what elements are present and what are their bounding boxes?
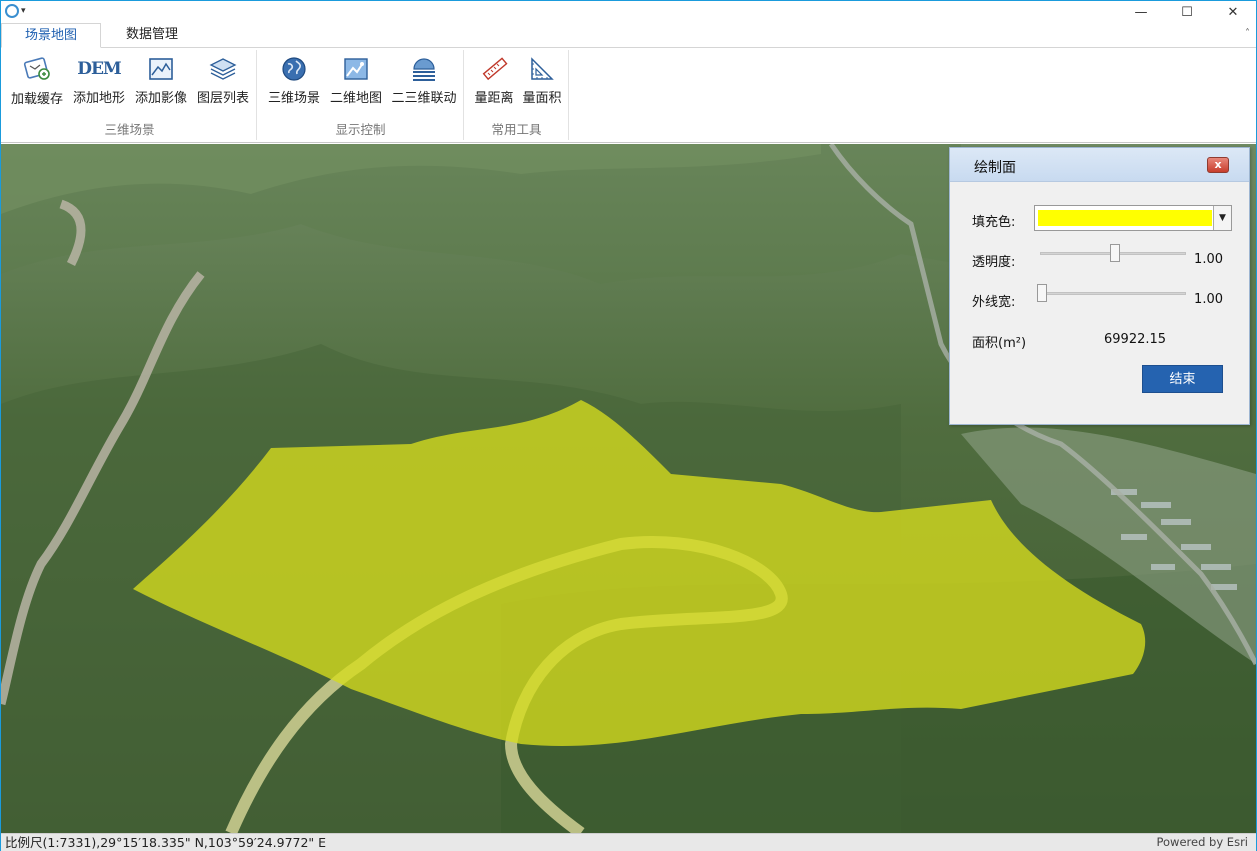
group-label-display-control: 显示控制 [335,122,386,137]
outline-width-label: 外线宽: [972,295,1016,310]
window-controls: — ☐ ✕ [1118,1,1256,23]
dem-icon-text: DEM [77,58,122,79]
tab-data-management[interactable]: 数据管理 [109,23,195,48]
fill-color-swatch [1038,210,1212,226]
measure-distance-button[interactable]: 量距离 [471,54,517,106]
tab-scene-map[interactable]: 场景地图 [1,23,101,48]
measure-distance-label: 量距离 [474,91,514,106]
finish-button[interactable]: 结束 [1142,365,1223,393]
close-button[interactable]: ✕ [1210,1,1256,23]
collapse-ribbon-icon[interactable]: ˄ [1245,28,1250,39]
app-icon [5,4,19,18]
ribbon-group-common-tools: 量距离 量面积 常用工具 [465,50,569,140]
ribbon-group-display-control: 三维场景 二维地图 二三维联动 显示控制 [258,50,464,140]
dialog-title: 绘制面 [974,160,1016,176]
title-bar: ▾ — ☐ ✕ [1,1,1256,23]
group-label-3d-scene: 三维场景 [104,122,155,137]
ribbon-group-3d-scene: 加载缓存 DEM 添加地形 添加影像 图层列表 三维场景 [3,50,257,140]
maximize-button[interactable]: ☐ [1164,1,1210,23]
image-icon [146,54,176,83]
dropdown-arrow-icon[interactable]: ▼ [1213,206,1231,230]
area-label: 面积(m²) [972,336,1027,351]
layer-list-label: 图层列表 [196,91,249,106]
minimize-button[interactable]: — [1118,1,1164,23]
application-window: ▾ — ☐ ✕ 场景地图 数据管理 ˄ 加载缓存 DEM 添加地形 添加影像 图… [0,0,1257,851]
globe-icon [279,54,309,83]
layers-icon [208,54,238,83]
opacity-value: 1.00 [1194,252,1223,267]
outline-width-slider-thumb[interactable] [1037,284,1047,302]
outline-width-slider[interactable] [1037,284,1186,302]
layer-list-button[interactable]: 图层列表 [193,54,253,106]
fill-color-label: 填充色: [972,215,1016,230]
add-image-label: 添加影像 [134,91,187,106]
2d-3d-link-label: 二三维联动 [391,91,457,106]
2d-map-label: 二维地图 [329,91,382,106]
scale-coordinates-readout: 比例尺(1:7331),29°15′18.335" N,103°59′24.97… [5,835,327,850]
3d-scene-button[interactable]: 三维场景 [264,54,324,106]
dem-icon: DEM [77,54,122,83]
group-label-common-tools: 常用工具 [491,122,542,137]
add-image-button[interactable]: 添加影像 [131,54,191,106]
add-terrain-label: 添加地形 [72,91,125,106]
opacity-label: 透明度: [972,255,1016,270]
esri-attribution: Powered by Esri [1156,835,1249,849]
fill-color-dropdown[interactable]: ▼ [1034,205,1232,231]
ribbon: 加载缓存 DEM 添加地形 添加影像 图层列表 三维场景 三维场景 二维地图 二… [1,48,1256,143]
load-cache-icon [22,54,52,84]
3d-scene-label: 三维场景 [267,91,320,106]
ruler-icon [479,54,509,83]
2d-map-button[interactable]: 二维地图 [326,54,386,106]
opacity-slider[interactable] [1040,244,1186,262]
load-cache-button[interactable]: 加载缓存 [7,54,67,107]
area-value: 69922.15 [1104,332,1167,347]
opacity-slider-thumb[interactable] [1110,244,1120,262]
2d-3d-link-button[interactable]: 二三维联动 [388,54,460,106]
outline-width-value: 1.00 [1194,292,1223,307]
qat-dropdown-icon[interactable]: ▾ [21,6,26,16]
add-terrain-button[interactable]: DEM 添加地形 [69,54,129,107]
load-cache-label: 加载缓存 [10,92,63,107]
dialog-title-bar[interactable]: 绘制面 x [950,148,1249,182]
map-icon [341,54,371,83]
ribbon-tab-bar: 场景地图 数据管理 ˄ [1,23,1256,48]
area-icon [527,54,557,83]
quick-access-toolbar[interactable]: ▾ [5,4,26,18]
draw-polygon-dialog: 绘制面 x 填充色: ▼ 透明度: 1.00 外线宽: 1.00 面积(m²) … [949,147,1250,425]
status-bar: 比例尺(1:7331),29°15′18.335" N,103°59′24.97… [1,833,1256,851]
dialog-close-button[interactable]: x [1207,157,1229,173]
measure-area-button[interactable]: 量面积 [519,54,565,106]
measure-area-label: 量面积 [522,91,562,106]
link-icon [409,54,439,83]
